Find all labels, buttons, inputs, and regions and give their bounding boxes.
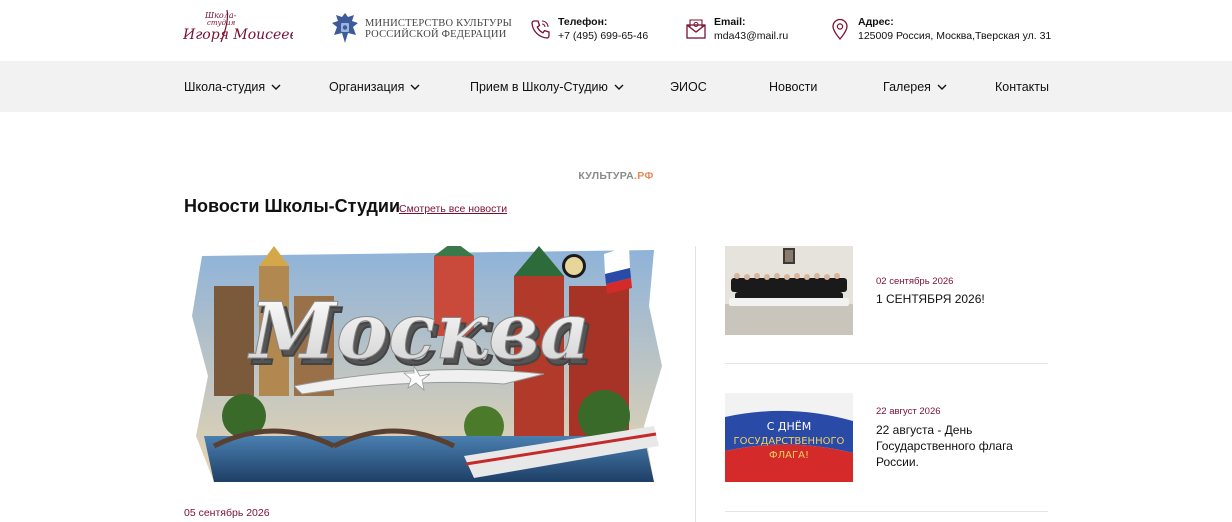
nav-item-news[interactable]: Новости bbox=[769, 79, 817, 95]
coat-of-arms-icon bbox=[332, 13, 358, 43]
nav-item-label: Школа-студия bbox=[184, 80, 266, 94]
kultura-rf-banner[interactable]: КУЛЬТУРА.РФ bbox=[0, 170, 1232, 182]
see-all-news-link[interactable]: Смотреть все новости bbox=[399, 203, 507, 215]
side-news-separator bbox=[725, 363, 1048, 364]
nav-item-label: Прием в Школу-Студию bbox=[470, 80, 608, 94]
ministry-line-2: РОССИЙСКОЙ ФЕДЕРАЦИИ bbox=[365, 29, 507, 40]
ministry-line-1: МИНИСТЕРСТВО КУЛЬТУРЫ bbox=[365, 18, 512, 29]
address-value: 125009 Россия, Москва,Тверская ул. 31 bbox=[858, 30, 1052, 42]
nav-item-label: ЭИОС bbox=[670, 80, 707, 94]
side-news-thumbnail[interactable]: С ДНЁМ ГОСУДАРСТВЕННОГО ФЛАГА! bbox=[725, 393, 853, 482]
nav-item-admission[interactable]: Прием в Школу-Студию bbox=[470, 79, 624, 95]
ministry-of-culture-logo[interactable]: МИНИСТЕРСТВО КУЛЬТУРЫ РОССИЙСКОЙ ФЕДЕРАЦ… bbox=[330, 11, 512, 45]
nav-item-label: Новости bbox=[769, 80, 818, 94]
phone-icon bbox=[531, 20, 550, 39]
nav-item-school-studio[interactable]: Школа-студия bbox=[184, 79, 281, 95]
phone-label: Телефон: bbox=[558, 16, 608, 28]
nav-item-gallery[interactable]: Галерея bbox=[883, 79, 947, 95]
email-contact[interactable]: Email: mda43@mail.ru bbox=[685, 15, 795, 45]
kultura-main-text: КУЛЬТУРА bbox=[578, 170, 634, 182]
logo-small-line-2: студия bbox=[207, 19, 236, 27]
side-news-date: 02 сентябрь 2026 bbox=[876, 276, 954, 287]
logo-main-line: Игоря Моисеева bbox=[183, 27, 293, 43]
side-news-thumbnail[interactable] bbox=[725, 246, 853, 335]
main-nav: Школа-студия Организация Прием в Школу-С… bbox=[0, 61, 1232, 112]
phone-contact[interactable]: Телефон: +7 (495) 699-65-46 bbox=[529, 15, 659, 45]
map-pin-icon bbox=[832, 18, 848, 40]
column-divider bbox=[695, 246, 696, 522]
chevron-down-icon bbox=[937, 84, 947, 90]
side-news-separator bbox=[725, 511, 1048, 512]
school-logo[interactable]: Школа- студия Игоря Моисеева bbox=[183, 6, 293, 50]
side-news-title[interactable]: 22 августа - День Государственного флага… bbox=[876, 422, 1048, 470]
chevron-down-icon bbox=[410, 84, 420, 90]
site-header: Школа- студия Игоря Моисеева МИНИСТЕРСТВ… bbox=[0, 0, 1232, 61]
main-news-image-text: Москва bbox=[247, 286, 590, 377]
side-news-item[interactable]: 02 сентябрь 2026 1 СЕНТЯБРЯ 2026! bbox=[725, 246, 1048, 364]
mail-icon bbox=[686, 19, 706, 39]
chevron-down-icon bbox=[271, 84, 281, 90]
address-contact[interactable]: Адрес: 125009 Россия, Москва,Тверская ул… bbox=[829, 15, 1054, 45]
nav-item-label: Организация bbox=[329, 80, 405, 94]
flag-image-text-2: ГОСУДАРСТВЕННОГО bbox=[734, 436, 845, 447]
main-news-date: 05 сентябрь 2026 bbox=[184, 507, 270, 519]
flag-image-text-1: С ДНЁМ bbox=[767, 420, 811, 433]
side-news-item[interactable]: С ДНЁМ ГОСУДАРСТВЕННОГО ФЛАГА! 22 август… bbox=[725, 393, 1048, 513]
email-value[interactable]: mda43@mail.ru bbox=[714, 30, 788, 42]
nav-item-label: Галерея bbox=[883, 80, 931, 94]
address-label: Адрес: bbox=[858, 16, 894, 28]
chevron-down-icon bbox=[614, 84, 624, 90]
main-news-image[interactable]: Москва Москва bbox=[184, 246, 664, 484]
news-section-title: Новости Школы-Студии bbox=[184, 196, 401, 216]
phone-value[interactable]: +7 (495) 699-65-46 bbox=[558, 30, 648, 42]
nav-item-organization[interactable]: Организация bbox=[329, 79, 420, 95]
side-news-date: 22 август 2026 bbox=[876, 406, 941, 417]
side-news-title[interactable]: 1 СЕНТЯБРЯ 2026! bbox=[876, 291, 1048, 307]
nav-item-eios[interactable]: ЭИОС bbox=[670, 79, 707, 95]
email-label: Email: bbox=[714, 16, 746, 28]
kultura-rf-suffix: .РФ bbox=[634, 170, 654, 182]
flag-image-text-3: ФЛАГА! bbox=[769, 450, 809, 461]
nav-item-label: Контакты bbox=[995, 80, 1049, 94]
nav-item-contacts[interactable]: Контакты bbox=[995, 79, 1049, 95]
